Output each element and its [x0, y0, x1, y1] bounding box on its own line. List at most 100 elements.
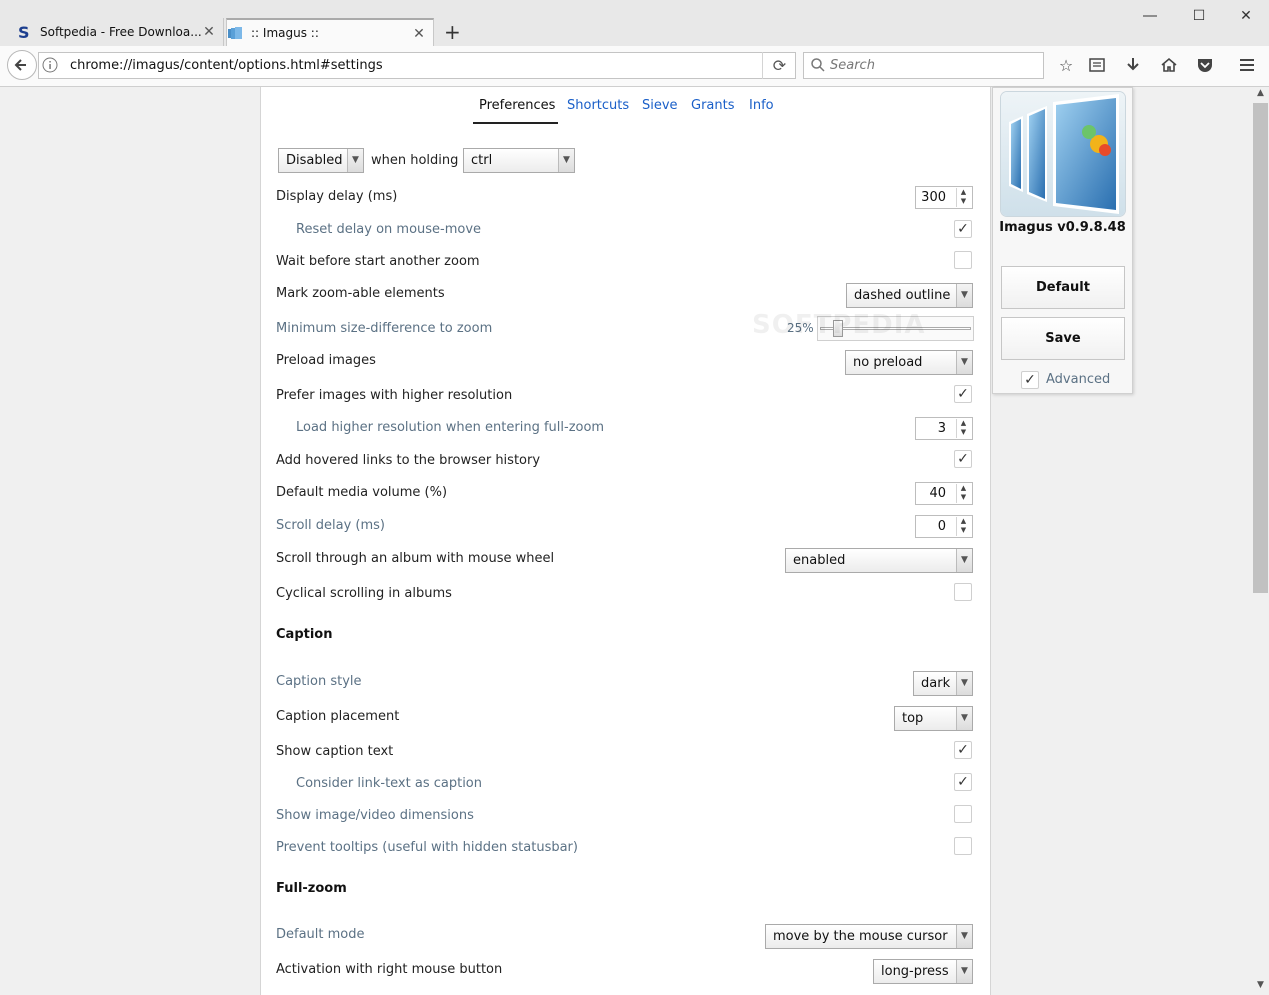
holding-key-select[interactable]: ctrl ▼	[463, 148, 575, 173]
advanced-checkbox[interactable]: ✓	[1021, 371, 1039, 389]
default-mode-value: move by the mouse cursor	[773, 929, 948, 944]
mark-zoomable-select[interactable]: dashed outline ▼	[846, 283, 973, 308]
scrollbar-thumb[interactable]	[1253, 103, 1268, 593]
wait-before-zoom-label: Wait before start another zoom	[276, 254, 480, 269]
mark-zoomable-label: Mark zoom-able elements	[276, 286, 445, 301]
tab-preferences[interactable]: Preferences	[479, 98, 555, 113]
preload-images-label: Preload images	[276, 353, 376, 368]
stepper-arrows-icon[interactable]: ▲ ▼	[956, 419, 970, 438]
imagus-logo	[1001, 92, 1125, 216]
reading-list-icon[interactable]	[1087, 56, 1107, 76]
caption-placement-label: Caption placement	[276, 709, 400, 724]
load-high-res-label: Load higher resolution when entering ful…	[296, 420, 605, 435]
load-high-res-value: 3	[937, 421, 946, 436]
close-tab-icon[interactable]: ✕	[411, 26, 427, 42]
preload-images-value: no preload	[853, 355, 923, 370]
right-button-select[interactable]: long-press ▼	[873, 959, 973, 984]
advanced-label: Advanced	[1046, 372, 1111, 387]
default-button[interactable]: Default	[1001, 266, 1125, 309]
load-high-res-stepper[interactable]: 3 ▲ ▼	[915, 417, 973, 440]
right-button-label: Activation with right mouse button	[276, 962, 503, 977]
tab-grants[interactable]: Grants	[691, 98, 735, 113]
info-icon[interactable]	[42, 57, 58, 73]
min-size-diff-label: Minimum size-difference to zoom	[276, 321, 493, 336]
watermark: SOFTPEDIA	[752, 310, 926, 340]
tab-sieve[interactable]: Sieve	[642, 98, 678, 113]
maximize-icon[interactable]: ☐	[1186, 6, 1212, 26]
back-button[interactable]	[7, 50, 37, 80]
stepper-arrows-icon[interactable]: ▲ ▼	[956, 188, 970, 207]
home-icon[interactable]	[1159, 56, 1179, 76]
active-tab-underline	[473, 122, 558, 124]
stepper-arrows-icon[interactable]: ▲ ▼	[956, 484, 970, 503]
display-delay-stepper[interactable]: 300 ▲ ▼	[915, 186, 973, 209]
chevron-down-icon: ▼	[956, 960, 972, 983]
media-volume-label: Default media volume (%)	[276, 485, 448, 500]
tab-info[interactable]: Info	[749, 98, 774, 113]
activation-mode-select[interactable]: Disabled ▼	[278, 148, 364, 173]
chevron-down-icon: ▼	[956, 549, 972, 572]
link-text-caption-checkbox[interactable]: ✓	[954, 773, 972, 791]
close-icon[interactable]: ✕	[1233, 6, 1259, 26]
wait-before-zoom-checkbox[interactable]	[954, 251, 972, 269]
prefer-high-res-checkbox[interactable]: ✓	[954, 385, 972, 403]
prevent-tooltips-label: Prevent tooltips (useful with hidden sta…	[276, 840, 578, 855]
save-button[interactable]: Save	[1001, 317, 1125, 360]
caption-placement-value: top	[902, 711, 924, 726]
album-wheel-select[interactable]: enabled ▼	[785, 548, 973, 573]
svg-text:S: S	[18, 24, 30, 40]
scroll-delay-stepper[interactable]: 0 ▲ ▼	[915, 515, 973, 538]
cyclical-scroll-checkbox[interactable]	[954, 583, 972, 601]
chevron-down-icon: ▼	[558, 149, 574, 172]
caption-style-label: Caption style	[276, 674, 362, 689]
back-arrow-icon	[14, 59, 26, 71]
chevron-down-icon: ▼	[347, 149, 363, 172]
tab-title: Softpedia - Free Downloa...	[40, 25, 202, 39]
caption-style-value: dark	[921, 676, 951, 691]
menu-icon[interactable]	[1237, 56, 1257, 76]
media-volume-value: 40	[929, 486, 946, 501]
display-delay-label: Display delay (ms)	[276, 189, 398, 204]
hovered-history-label: Add hovered links to the browser history	[276, 453, 541, 468]
mark-zoomable-value: dashed outline	[854, 288, 951, 303]
link-text-caption-label: Consider link-text as caption	[296, 776, 482, 791]
download-icon[interactable]	[1123, 56, 1143, 76]
default-mode-select[interactable]: move by the mouse cursor ▼	[765, 924, 973, 949]
chevron-down-icon: ▼	[956, 672, 972, 695]
tab-imagus[interactable]: :: Imagus :: ✕	[226, 18, 434, 46]
chevron-down-icon: ▼	[956, 351, 972, 374]
album-wheel-value: enabled	[793, 553, 846, 568]
scroll-down-icon[interactable]: ▼	[1253, 980, 1268, 990]
caption-placement-select[interactable]: top ▼	[894, 706, 973, 731]
imagus-icon	[227, 25, 243, 41]
reset-delay-label: Reset delay on mouse-move	[296, 222, 482, 237]
minimize-icon[interactable]: ―	[1137, 6, 1163, 26]
display-delay-value: 300	[921, 190, 946, 205]
close-tab-icon[interactable]: ✕	[201, 24, 217, 40]
new-tab-button[interactable]: +	[444, 20, 461, 44]
album-wheel-label: Scroll through an album with mouse wheel	[276, 551, 555, 566]
fullzoom-section-header: Full-zoom	[276, 881, 347, 896]
tab-softpedia[interactable]: S Softpedia - Free Downloa... ✕	[16, 18, 224, 46]
when-holding-label: when holding	[371, 153, 459, 168]
hovered-history-checkbox[interactable]: ✓	[954, 450, 972, 468]
preload-images-select[interactable]: no preload ▼	[845, 350, 973, 375]
caption-style-select[interactable]: dark ▼	[913, 671, 973, 696]
show-dimensions-checkbox[interactable]	[954, 805, 972, 823]
prevent-tooltips-checkbox[interactable]	[954, 837, 972, 855]
show-dimensions-label: Show image/video dimensions	[276, 808, 474, 823]
version-label: Imagus v0.9.8.48	[999, 220, 1126, 235]
holding-key-value: ctrl	[471, 153, 493, 168]
scroll-delay-label: Scroll delay (ms)	[276, 518, 386, 533]
chevron-down-icon: ▼	[956, 925, 972, 948]
pocket-icon[interactable]	[1195, 56, 1215, 76]
stepper-arrows-icon[interactable]: ▲ ▼	[956, 517, 970, 536]
media-volume-stepper[interactable]: 40 ▲ ▼	[915, 482, 973, 505]
scroll-up-icon[interactable]: ▲	[1253, 88, 1268, 98]
reset-delay-checkbox[interactable]: ✓	[954, 220, 972, 238]
bookmark-star-icon[interactable]: ☆	[1056, 56, 1076, 76]
reload-icon[interactable]: ⟳	[762, 52, 796, 79]
show-caption-text-checkbox[interactable]: ✓	[954, 741, 972, 759]
tab-shortcuts[interactable]: Shortcuts	[567, 98, 629, 113]
softpedia-logo-icon: S	[16, 23, 32, 42]
